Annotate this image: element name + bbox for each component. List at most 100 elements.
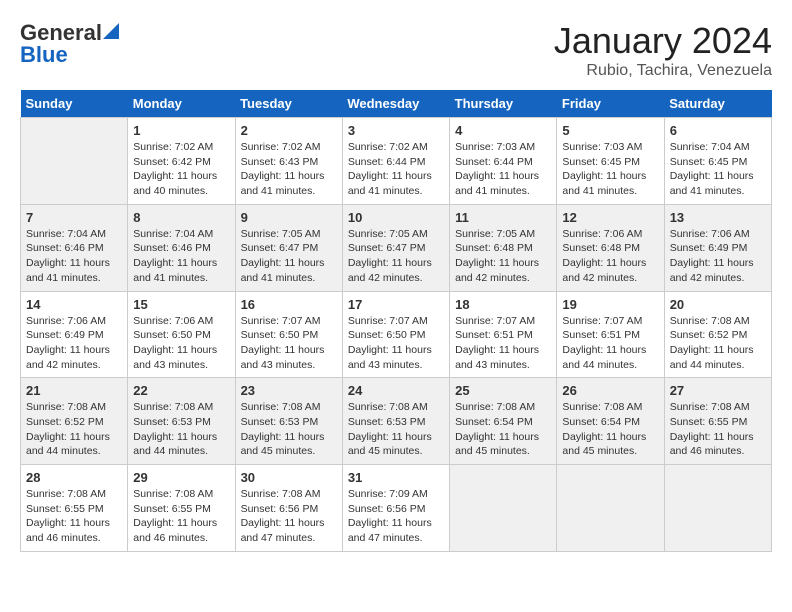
page-title: January 2024 xyxy=(554,20,772,62)
day-info: Sunrise: 7:04 AM Sunset: 6:46 PM Dayligh… xyxy=(133,227,229,286)
calendar-week-3: 14Sunrise: 7:06 AM Sunset: 6:49 PM Dayli… xyxy=(21,291,772,378)
day-number: 7 xyxy=(26,210,122,225)
calendar-header-row: SundayMondayTuesdayWednesdayThursdayFrid… xyxy=(21,90,772,118)
day-info: Sunrise: 7:03 AM Sunset: 6:45 PM Dayligh… xyxy=(562,140,658,199)
calendar-cell: 9 Sunrise: 7:05 AM Sunset: 6:47 PM Daylig… xyxy=(235,204,342,291)
day-number: 5 xyxy=(562,123,658,138)
calendar-cell xyxy=(450,465,557,552)
calendar-cell: 16 Sunrise: 7:07 AM Sunset: 6:50 PM Dayli… xyxy=(235,291,342,378)
day-number: 9 xyxy=(241,210,337,225)
day-info: Sunrise: 7:08 AM Sunset: 6:53 PM Dayligh… xyxy=(133,400,229,459)
day-number: 22 xyxy=(133,383,229,398)
calendar-cell xyxy=(557,465,664,552)
day-number: 29 xyxy=(133,470,229,485)
calendar-cell: 6 Sunrise: 7:04 AM Sunset: 6:45 PM Daylig… xyxy=(664,118,771,205)
day-info: Sunrise: 7:04 AM Sunset: 6:46 PM Dayligh… xyxy=(26,227,122,286)
day-number: 6 xyxy=(670,123,766,138)
day-number: 21 xyxy=(26,383,122,398)
day-number: 14 xyxy=(26,297,122,312)
day-number: 26 xyxy=(562,383,658,398)
header-friday: Friday xyxy=(557,90,664,118)
day-number: 23 xyxy=(241,383,337,398)
title-block: January 2024 Rubio, Tachira, Venezuela xyxy=(554,20,772,80)
day-info: Sunrise: 7:06 AM Sunset: 6:50 PM Dayligh… xyxy=(133,314,229,373)
day-number: 17 xyxy=(348,297,444,312)
calendar-table: SundayMondayTuesdayWednesdayThursdayFrid… xyxy=(20,90,772,552)
calendar-week-4: 21Sunrise: 7:08 AM Sunset: 6:52 PM Dayli… xyxy=(21,378,772,465)
day-number: 1 xyxy=(133,123,229,138)
calendar-cell: 10 Sunrise: 7:05 AM Sunset: 6:47 PM Dayli… xyxy=(342,204,449,291)
day-info: Sunrise: 7:08 AM Sunset: 6:52 PM Dayligh… xyxy=(670,314,766,373)
calendar-cell: 7 Sunrise: 7:04 AM Sunset: 6:46 PM Daylig… xyxy=(21,204,128,291)
day-info: Sunrise: 7:05 AM Sunset: 6:47 PM Dayligh… xyxy=(241,227,337,286)
day-number: 24 xyxy=(348,383,444,398)
logo-arrow-icon xyxy=(103,23,119,39)
day-number: 2 xyxy=(241,123,337,138)
day-info: Sunrise: 7:07 AM Sunset: 6:51 PM Dayligh… xyxy=(562,314,658,373)
day-info: Sunrise: 7:07 AM Sunset: 6:51 PM Dayligh… xyxy=(455,314,551,373)
calendar-week-5: 28 Sunrise: 7:08 AM Sunset: 6:55 PM Dayli… xyxy=(21,465,772,552)
calendar-cell: 29 Sunrise: 7:08 AM Sunset: 6:55 PM Dayli… xyxy=(128,465,235,552)
day-number: 28 xyxy=(26,470,122,485)
day-number: 3 xyxy=(348,123,444,138)
day-number: 30 xyxy=(241,470,337,485)
day-info: Sunrise: 7:05 AM Sunset: 6:48 PM Dayligh… xyxy=(455,227,551,286)
day-info: Sunrise: 7:02 AM Sunset: 6:44 PM Dayligh… xyxy=(348,140,444,199)
day-number: 8 xyxy=(133,210,229,225)
day-info: Sunrise: 7:08 AM Sunset: 6:53 PM Dayligh… xyxy=(348,400,444,459)
page-header: General Blue January 2024 Rubio, Tachira… xyxy=(20,20,772,80)
calendar-week-2: 7 Sunrise: 7:04 AM Sunset: 6:46 PM Daylig… xyxy=(21,204,772,291)
day-number: 16 xyxy=(241,297,337,312)
calendar-cell xyxy=(664,465,771,552)
calendar-cell: 11 Sunrise: 7:05 AM Sunset: 6:48 PM Dayli… xyxy=(450,204,557,291)
calendar-cell: 22 Sunrise: 7:08 AM Sunset: 6:53 PM Dayli… xyxy=(128,378,235,465)
page-subtitle: Rubio, Tachira, Venezuela xyxy=(554,62,772,80)
day-info: Sunrise: 7:02 AM Sunset: 6:43 PM Dayligh… xyxy=(241,140,337,199)
calendar-cell: 18Sunrise: 7:07 AM Sunset: 6:51 PM Dayli… xyxy=(450,291,557,378)
calendar-week-1: 1 Sunrise: 7:02 AM Sunset: 6:42 PM Daylig… xyxy=(21,118,772,205)
calendar-cell: 23Sunrise: 7:08 AM Sunset: 6:53 PM Dayli… xyxy=(235,378,342,465)
day-number: 10 xyxy=(348,210,444,225)
day-number: 19 xyxy=(562,297,658,312)
calendar-cell: 20 Sunrise: 7:08 AM Sunset: 6:52 PM Dayli… xyxy=(664,291,771,378)
calendar-cell: 30Sunrise: 7:08 AM Sunset: 6:56 PM Dayli… xyxy=(235,465,342,552)
header-wednesday: Wednesday xyxy=(342,90,449,118)
day-info: Sunrise: 7:05 AM Sunset: 6:47 PM Dayligh… xyxy=(348,227,444,286)
calendar-cell: 25Sunrise: 7:08 AM Sunset: 6:54 PM Dayli… xyxy=(450,378,557,465)
day-info: Sunrise: 7:09 AM Sunset: 6:56 PM Dayligh… xyxy=(348,487,444,546)
day-info: Sunrise: 7:06 AM Sunset: 6:49 PM Dayligh… xyxy=(670,227,766,286)
day-info: Sunrise: 7:04 AM Sunset: 6:45 PM Dayligh… xyxy=(670,140,766,199)
calendar-cell: 27 Sunrise: 7:08 AM Sunset: 6:55 PM Dayli… xyxy=(664,378,771,465)
logo-blue: Blue xyxy=(20,42,68,68)
day-number: 11 xyxy=(455,210,551,225)
calendar-cell: 31Sunrise: 7:09 AM Sunset: 6:56 PM Dayli… xyxy=(342,465,449,552)
calendar-cell: 21Sunrise: 7:08 AM Sunset: 6:52 PM Dayli… xyxy=(21,378,128,465)
header-thursday: Thursday xyxy=(450,90,557,118)
day-info: Sunrise: 7:06 AM Sunset: 6:48 PM Dayligh… xyxy=(562,227,658,286)
calendar-cell: 1 Sunrise: 7:02 AM Sunset: 6:42 PM Daylig… xyxy=(128,118,235,205)
calendar-cell: 8 Sunrise: 7:04 AM Sunset: 6:46 PM Daylig… xyxy=(128,204,235,291)
calendar-cell: 28 Sunrise: 7:08 AM Sunset: 6:55 PM Dayli… xyxy=(21,465,128,552)
day-number: 15 xyxy=(133,297,229,312)
day-info: Sunrise: 7:02 AM Sunset: 6:42 PM Dayligh… xyxy=(133,140,229,199)
header-saturday: Saturday xyxy=(664,90,771,118)
day-number: 13 xyxy=(670,210,766,225)
calendar-cell: 5 Sunrise: 7:03 AM Sunset: 6:45 PM Daylig… xyxy=(557,118,664,205)
calendar-cell: 15 Sunrise: 7:06 AM Sunset: 6:50 PM Dayli… xyxy=(128,291,235,378)
header-sunday: Sunday xyxy=(21,90,128,118)
day-number: 20 xyxy=(670,297,766,312)
calendar-cell: 19 Sunrise: 7:07 AM Sunset: 6:51 PM Dayli… xyxy=(557,291,664,378)
day-info: Sunrise: 7:08 AM Sunset: 6:55 PM Dayligh… xyxy=(133,487,229,546)
calendar-cell: 2 Sunrise: 7:02 AM Sunset: 6:43 PM Daylig… xyxy=(235,118,342,205)
header-monday: Monday xyxy=(128,90,235,118)
day-info: Sunrise: 7:03 AM Sunset: 6:44 PM Dayligh… xyxy=(455,140,551,199)
day-info: Sunrise: 7:08 AM Sunset: 6:55 PM Dayligh… xyxy=(26,487,122,546)
calendar-cell: 4Sunrise: 7:03 AM Sunset: 6:44 PM Daylig… xyxy=(450,118,557,205)
day-info: Sunrise: 7:08 AM Sunset: 6:55 PM Dayligh… xyxy=(670,400,766,459)
day-number: 27 xyxy=(670,383,766,398)
calendar-cell: 12 Sunrise: 7:06 AM Sunset: 6:48 PM Dayli… xyxy=(557,204,664,291)
calendar-cell: 26Sunrise: 7:08 AM Sunset: 6:54 PM Dayli… xyxy=(557,378,664,465)
day-number: 12 xyxy=(562,210,658,225)
day-number: 25 xyxy=(455,383,551,398)
day-info: Sunrise: 7:07 AM Sunset: 6:50 PM Dayligh… xyxy=(241,314,337,373)
